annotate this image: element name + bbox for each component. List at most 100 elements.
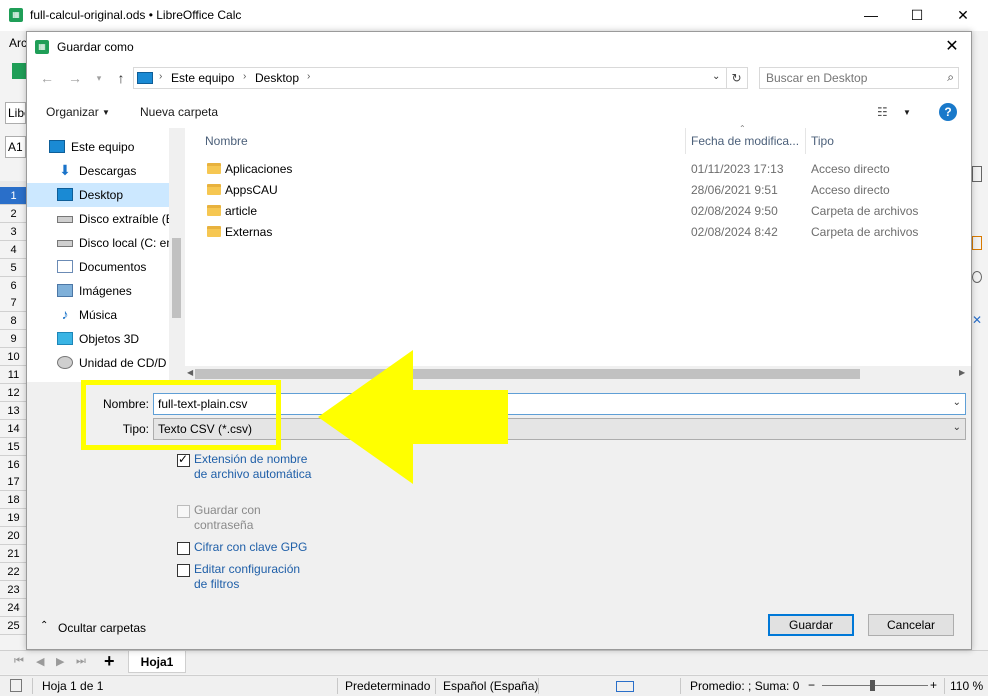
- sidebar-item[interactable]: Documentos: [27, 255, 169, 279]
- status-language[interactable]: Español (España): [443, 679, 538, 693]
- breadcrumb-este-equipo[interactable]: Este equipo: [171, 71, 234, 85]
- chevron-up-icon[interactable]: ⌃: [40, 620, 48, 631]
- organize-button[interactable]: Organizar: [46, 105, 99, 119]
- scrollbar-thumb[interactable]: [172, 238, 181, 318]
- gpg-label[interactable]: Cifrar con clave GPG: [194, 540, 307, 555]
- search-icon[interactable]: ⌕: [947, 70, 954, 85]
- scroll-right-icon[interactable]: ▶: [959, 368, 965, 377]
- column-header-name[interactable]: Nombre: [205, 134, 248, 148]
- auto-extension-checkbox[interactable]: [177, 452, 190, 467]
- zoom-in-icon[interactable]: +: [930, 678, 937, 692]
- zoom-level[interactable]: 110 %: [950, 679, 983, 693]
- status-page-style[interactable]: Predeterminado: [345, 679, 430, 693]
- row-header[interactable]: 9: [0, 330, 27, 349]
- row-header[interactable]: 10: [0, 348, 27, 367]
- sheet-tab-hoja1[interactable]: Hoja1: [128, 651, 186, 673]
- sidebar-item[interactable]: Disco extraíble (E: [27, 207, 174, 231]
- file-row[interactable]: article 02/08/2024 9:50 Carpeta de archivo…: [185, 201, 965, 222]
- row-header[interactable]: 17: [0, 473, 27, 492]
- zoom-slider[interactable]: [822, 685, 928, 686]
- selection-mode-icon[interactable]: [616, 681, 634, 692]
- row-header[interactable]: 18: [0, 491, 27, 510]
- row-header[interactable]: 3: [0, 222, 27, 241]
- hide-folders-button[interactable]: Ocultar carpetas: [58, 621, 146, 635]
- sidebar-navigator-icon[interactable]: [972, 271, 982, 283]
- dialog-close-icon[interactable]: ✕: [937, 35, 967, 59]
- row-header[interactable]: 15: [0, 437, 27, 456]
- cell-reference-box[interactable]: A1: [5, 136, 26, 158]
- row-header[interactable]: 1: [0, 187, 27, 205]
- breadcrumb-separator-icon[interactable]: ›: [307, 71, 310, 82]
- close-icon[interactable]: ✕: [940, 0, 986, 30]
- breadcrumb-separator-icon[interactable]: ›: [159, 71, 162, 82]
- sidebar-item[interactable]: Disco local (C: en: [27, 231, 173, 255]
- minimize-icon[interactable]: —: [848, 0, 894, 30]
- row-header[interactable]: 23: [0, 580, 27, 599]
- breadcrumb-separator-icon[interactable]: ›: [243, 71, 246, 82]
- cancel-button[interactable]: Cancelar: [868, 614, 954, 636]
- sidebar-functions-icon[interactable]: ✕: [972, 313, 982, 327]
- column-divider[interactable]: [805, 128, 806, 154]
- font-name-box[interactable]: Libe: [5, 102, 26, 124]
- column-divider[interactable]: [685, 128, 686, 154]
- zoom-out-icon[interactable]: −: [808, 678, 815, 692]
- maximize-icon[interactable]: ☐: [894, 0, 940, 30]
- back-arrow-icon[interactable]: ←: [37, 68, 57, 88]
- row-header[interactable]: 11: [0, 366, 27, 384]
- menu-partial[interactable]: Arc: [9, 36, 27, 50]
- column-header-date[interactable]: Fecha de modifica...: [691, 134, 799, 148]
- file-row[interactable]: AppsCAU 28/06/2021 9:51 Acceso directo: [185, 180, 965, 201]
- search-input[interactable]: [766, 70, 936, 86]
- sidebar-item[interactable]: ⬇ Descargas: [27, 159, 169, 183]
- chevron-down-icon[interactable]: ⌄: [953, 397, 961, 408]
- chevron-down-icon[interactable]: ⌄: [953, 422, 961, 433]
- chevron-down-icon[interactable]: ▼: [903, 108, 911, 117]
- new-folder-button[interactable]: Nueva carpeta: [140, 105, 218, 119]
- first-sheet-icon[interactable]: ⏮: [14, 655, 24, 668]
- sidebar-item[interactable]: Este equipo: [27, 135, 169, 159]
- refresh-icon[interactable]: ↻: [726, 68, 746, 88]
- forward-arrow-icon[interactable]: →: [65, 68, 85, 88]
- row-header[interactable]: 24: [0, 598, 27, 617]
- navigation-pane-scrollbar[interactable]: [169, 128, 184, 382]
- scrollbar-thumb[interactable]: [195, 369, 860, 379]
- row-header[interactable]: 2: [0, 204, 27, 223]
- file-row[interactable]: Aplicaciones 01/11/2023 17:13 Acceso direc…: [185, 159, 965, 180]
- breadcrumb-desktop[interactable]: Desktop: [255, 71, 299, 85]
- chevron-down-icon[interactable]: ▼: [102, 108, 110, 117]
- recent-locations-icon[interactable]: ▾: [89, 68, 109, 88]
- sidebar-item[interactable]: Unidad de CD/D: [27, 351, 169, 375]
- horizontal-scrollbar[interactable]: ◀ ▶: [185, 366, 971, 382]
- row-header[interactable]: 6: [0, 276, 27, 295]
- calc-toolbar-icon[interactable]: [12, 63, 26, 79]
- filter-settings-checkbox[interactable]: [177, 564, 190, 577]
- column-header-type[interactable]: Tipo: [811, 134, 834, 148]
- help-icon[interactable]: ?: [939, 103, 957, 121]
- search-box[interactable]: ⌕: [759, 67, 959, 89]
- gpg-checkbox[interactable]: [177, 542, 190, 555]
- row-header[interactable]: 8: [0, 312, 27, 331]
- view-options-icon[interactable]: ☷: [877, 105, 888, 119]
- sidebar-item[interactable]: Desktop: [27, 183, 169, 207]
- sidebar-styles-icon[interactable]: [972, 236, 982, 250]
- up-arrow-icon[interactable]: ↑: [111, 68, 131, 88]
- scroll-left-icon[interactable]: ◀: [187, 368, 193, 377]
- sidebar-properties-icon[interactable]: [972, 166, 982, 182]
- save-button[interactable]: Guardar: [768, 614, 854, 636]
- row-header[interactable]: 16: [0, 455, 27, 474]
- row-header[interactable]: 12: [0, 383, 27, 402]
- row-header[interactable]: 13: [0, 401, 27, 420]
- file-row[interactable]: Externas 02/08/2024 8:42 Carpeta de archiv…: [185, 222, 965, 243]
- address-bar[interactable]: › Este equipo › Desktop › ⌄ ↻: [133, 67, 748, 89]
- row-header[interactable]: 19: [0, 509, 27, 528]
- row-header[interactable]: 4: [0, 240, 27, 259]
- row-header[interactable]: 25: [0, 616, 27, 635]
- zoom-slider-thumb[interactable]: [870, 680, 875, 691]
- row-header[interactable]: 21: [0, 545, 27, 563]
- row-header[interactable]: 14: [0, 419, 27, 438]
- prev-sheet-icon[interactable]: ◀: [36, 655, 44, 668]
- next-sheet-icon[interactable]: ▶: [56, 655, 64, 668]
- auto-extension-label[interactable]: Extensión de nombre de archivo automátic…: [194, 452, 324, 482]
- address-history-icon[interactable]: ⌄: [712, 71, 720, 82]
- row-header[interactable]: 22: [0, 562, 27, 581]
